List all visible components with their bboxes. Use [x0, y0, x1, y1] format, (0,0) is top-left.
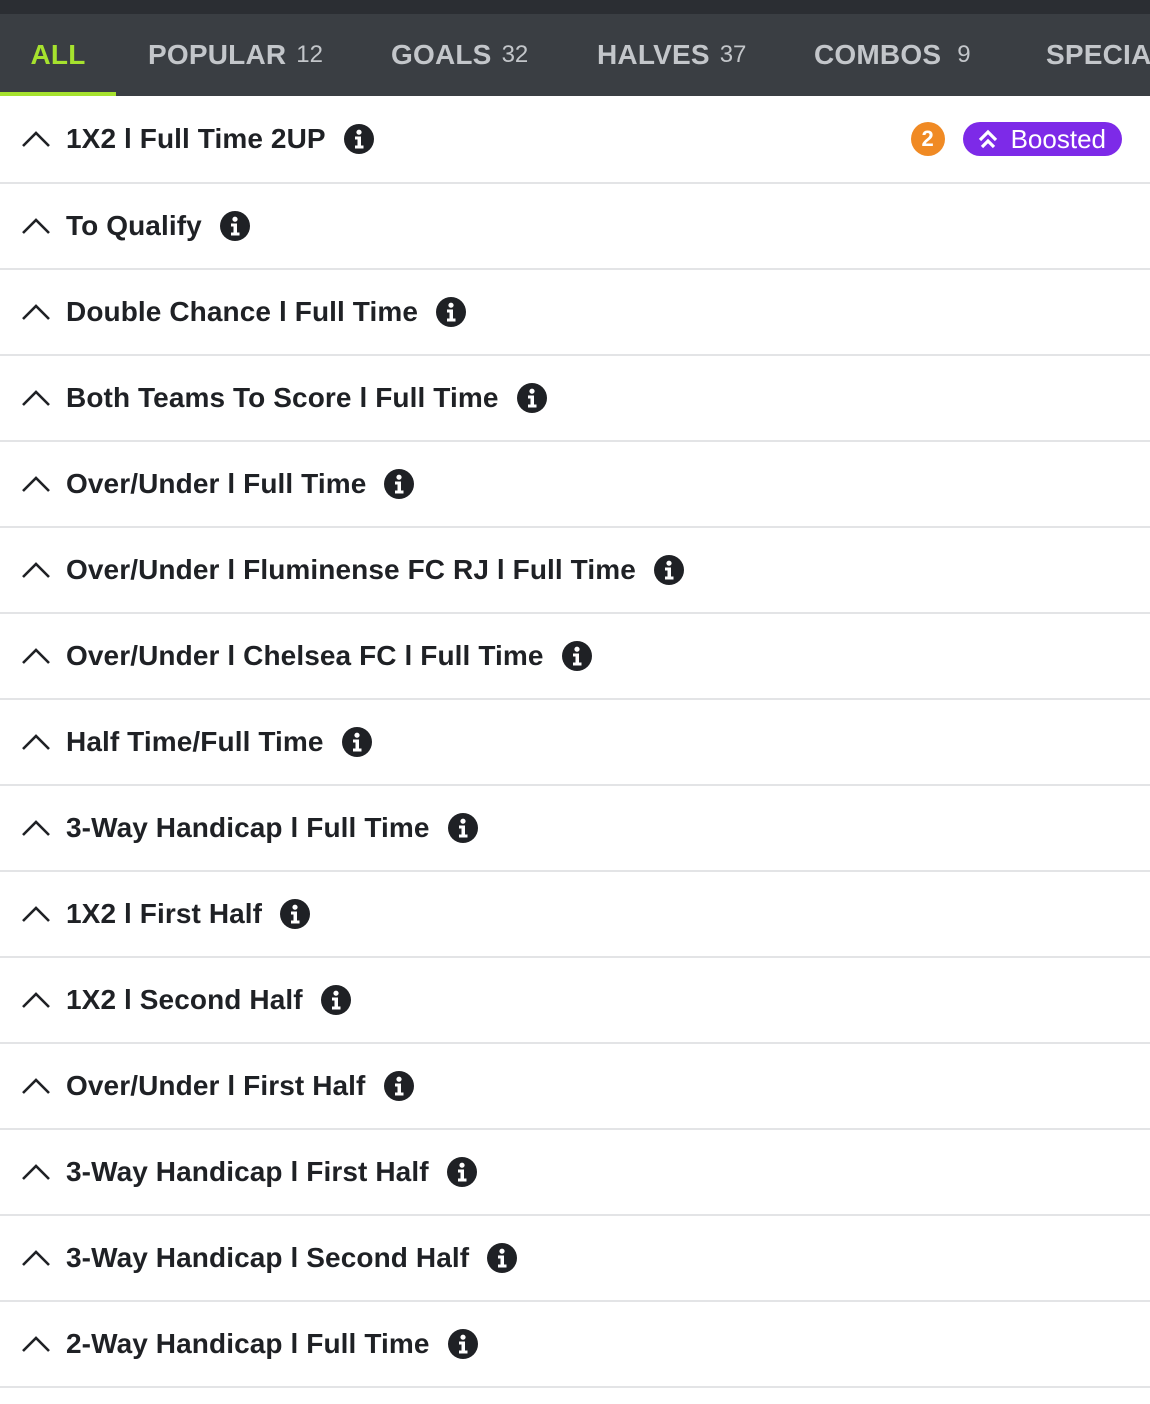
market-row[interactable]: Double Chance l Full Time	[0, 270, 1150, 356]
tab-combos[interactable]: COMBOS 9	[814, 14, 971, 96]
market-title: Over/Under l Full Time	[66, 468, 367, 499]
chevron-up-icon[interactable]	[20, 1334, 52, 1354]
info-icon[interactable]	[516, 383, 547, 413]
info-icon[interactable]	[487, 1243, 518, 1273]
tab-label: SPECIA	[1046, 39, 1150, 70]
market-list: 1X2 l Full Time 2UP 2 Boosted To Qualify…	[0, 96, 1150, 1388]
market-title: 1X2 l First Half	[66, 898, 263, 929]
info-icon[interactable]	[446, 1157, 477, 1187]
boosted-badge[interactable]: Boosted	[962, 122, 1122, 156]
tab-specials[interactable]: SPECIA	[1046, 14, 1150, 96]
market-row[interactable]: 3-Way Handicap l Full Time	[0, 786, 1150, 872]
tab-label: POPULAR	[148, 39, 287, 70]
chevron-up-icon[interactable]	[20, 474, 52, 494]
chevron-up-icon[interactable]	[20, 646, 52, 666]
market-title: Over/Under l First Half	[66, 1070, 366, 1101]
chevron-up-icon[interactable]	[20, 560, 52, 580]
chevron-up-icon[interactable]	[20, 1248, 52, 1268]
market-row[interactable]: 1X2 l Second Half	[0, 958, 1150, 1044]
double-chevron-up-icon	[977, 129, 999, 149]
tab-popular[interactable]: POPULAR 12	[148, 14, 323, 96]
tab-label: GOALS	[391, 39, 492, 70]
chevron-up-icon[interactable]	[20, 1076, 52, 1096]
market-row[interactable]: Over/Under l First Half	[0, 1044, 1150, 1130]
tab-all[interactable]: ALL	[0, 14, 116, 96]
market-row[interactable]: 2-Way Handicap l Full Time	[0, 1302, 1150, 1388]
market-title: 3-Way Handicap l Full Time	[66, 812, 430, 843]
tab-count: 9	[957, 41, 971, 68]
info-icon[interactable]	[320, 985, 351, 1015]
market-badges: 2 Boosted	[910, 96, 1122, 182]
chevron-up-icon[interactable]	[20, 216, 52, 236]
top-strip	[0, 0, 1150, 14]
market-row[interactable]: Over/Under l Chelsea FC l Full Time	[0, 614, 1150, 700]
info-icon[interactable]	[447, 1329, 478, 1359]
chevron-up-icon[interactable]	[20, 732, 52, 752]
market-title: 2-Way Handicap l Full Time	[66, 1328, 430, 1359]
market-title: Over/Under l Fluminense FC RJ l Full Tim…	[66, 554, 636, 585]
tab-count: 32	[501, 41, 529, 68]
info-icon[interactable]	[653, 555, 684, 585]
market-row[interactable]: Over/Under l Fluminense FC RJ l Full Tim…	[0, 528, 1150, 614]
chevron-up-icon[interactable]	[20, 1162, 52, 1182]
info-icon[interactable]	[447, 813, 478, 843]
boosted-label: Boosted	[1010, 123, 1106, 154]
market-row[interactable]: 3-Way Handicap l First Half	[0, 1130, 1150, 1216]
info-icon[interactable]	[341, 727, 372, 757]
info-icon[interactable]	[384, 469, 415, 499]
market-row[interactable]: Half Time/Full Time	[0, 700, 1150, 786]
tab-label: HALVES	[597, 39, 710, 70]
tab-count: 37	[719, 41, 747, 68]
chevron-up-icon[interactable]	[20, 302, 52, 322]
chevron-up-icon[interactable]	[20, 904, 52, 924]
market-row[interactable]: 1X2 l First Half	[0, 872, 1150, 958]
market-row[interactable]: 1X2 l Full Time 2UP 2 Boosted	[0, 96, 1150, 184]
market-row[interactable]: Over/Under l Full Time	[0, 442, 1150, 528]
market-title: Over/Under l Chelsea FC l Full Time	[66, 640, 544, 671]
chevron-up-icon[interactable]	[20, 990, 52, 1010]
market-title: 1X2 l Full Time 2UP	[66, 123, 326, 154]
chevron-up-icon[interactable]	[20, 818, 52, 838]
info-icon[interactable]	[219, 211, 250, 241]
info-icon[interactable]	[561, 641, 592, 671]
market-row[interactable]: 3-Way Handicap l Second Half	[0, 1216, 1150, 1302]
chevron-up-icon[interactable]	[20, 129, 52, 149]
tab-count: 12	[296, 41, 323, 68]
info-icon[interactable]	[280, 899, 311, 929]
market-title: Double Chance l Full Time	[66, 296, 419, 327]
info-icon[interactable]	[343, 124, 374, 154]
market-title: To Qualify	[66, 210, 202, 241]
chevron-up-icon[interactable]	[20, 388, 52, 408]
tab-goals[interactable]: GOALS 32	[391, 14, 528, 96]
tab-label: ALL	[30, 39, 86, 70]
market-tabs: ALL POPULAR 12 GOALS 32 HALVES 37 COMBOS…	[0, 14, 1150, 96]
market-row[interactable]: Both Teams To Score l Full Time	[0, 356, 1150, 442]
info-icon[interactable]	[383, 1071, 414, 1101]
info-icon[interactable]	[436, 297, 467, 327]
market-row[interactable]: To Qualify	[0, 184, 1150, 270]
tab-halves[interactable]: HALVES 37	[597, 14, 746, 96]
market-title: Both Teams To Score l Full Time	[66, 382, 499, 413]
tab-label: COMBOS	[814, 39, 942, 70]
market-title: 3-Way Handicap l First Half	[66, 1156, 429, 1187]
market-title: Half Time/Full Time	[66, 726, 324, 757]
twoup-badge[interactable]: 2	[910, 122, 945, 156]
market-title: 3-Way Handicap l Second Half	[66, 1242, 470, 1273]
market-title: 1X2 l Second Half	[66, 984, 303, 1015]
